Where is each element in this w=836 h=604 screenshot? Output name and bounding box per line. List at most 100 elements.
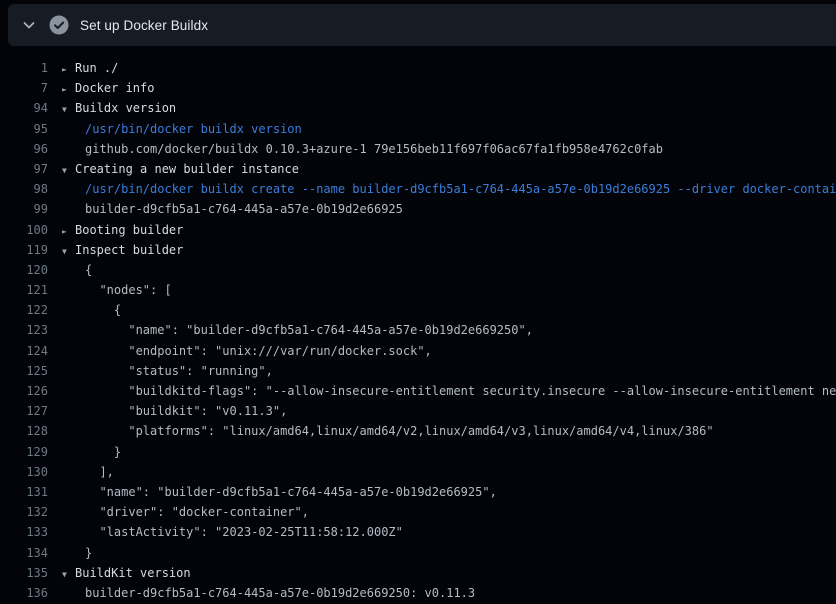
log-line: 132 "driver": "docker-container",	[0, 502, 836, 522]
log-line: 95/usr/bin/docker buildx version	[0, 119, 836, 139]
step-title: Set up Docker Buildx	[80, 18, 208, 33]
group-title[interactable]: Booting builder	[75, 223, 183, 237]
log-line: 99 builder-d9cfb5a1-c764-445a-a57e-0b19d2…	[0, 199, 836, 219]
log-line: 130 ],	[0, 462, 836, 482]
line-number[interactable]: 123	[0, 320, 48, 340]
log-group-row[interactable]: ▼Creating a new builder instance	[62, 159, 299, 179]
log-group-row[interactable]: ►Booting builder	[62, 220, 183, 240]
log-line: 120 {	[0, 260, 836, 280]
log-lines: 1►Run ./7►Docker info94▼Buildx version95…	[0, 58, 836, 603]
log-line: 129 }	[0, 442, 836, 462]
line-number[interactable]: 97	[0, 159, 48, 179]
output-text: builder-d9cfb5a1-c764-445a-a57e-0b19d2e6…	[85, 199, 403, 219]
log-line[interactable]: 94 ▼Buildx version	[0, 98, 836, 118]
output-text: "nodes": [	[85, 280, 172, 300]
log-line: 98/usr/bin/docker buildx create --name b…	[0, 179, 836, 199]
line-number[interactable]: 134	[0, 543, 48, 563]
line-number[interactable]: 131	[0, 482, 48, 502]
line-number[interactable]: 127	[0, 401, 48, 421]
line-number[interactable]: 132	[0, 502, 48, 522]
output-text: }	[85, 442, 121, 462]
output-text: "buildkitd-flags": "--allow-insecure-ent…	[85, 381, 836, 401]
chevron-down-icon[interactable]	[21, 17, 37, 33]
output-text: }	[85, 543, 92, 563]
line-number[interactable]: 129	[0, 442, 48, 462]
output-text: "driver": "docker-container",	[85, 502, 309, 522]
triangle-down-icon[interactable]: ▼	[62, 161, 75, 179]
line-number[interactable]: 95	[0, 119, 48, 139]
command-text: /usr/bin/docker buildx version	[85, 119, 302, 139]
log-line: 131 "name": "builder-d9cfb5a1-c764-445a-…	[0, 482, 836, 502]
log-group-row[interactable]: ►Run ./	[62, 58, 118, 78]
output-text: {	[85, 300, 121, 320]
output-text: "name": "builder-d9cfb5a1-c764-445a-a57e…	[85, 320, 533, 340]
line-number[interactable]: 100	[0, 220, 48, 240]
line-number[interactable]: 122	[0, 300, 48, 320]
step-header[interactable]: Set up Docker Buildx	[8, 4, 836, 46]
log-line[interactable]: 1 ►Run ./	[0, 58, 836, 78]
log-line: 122 {	[0, 300, 836, 320]
line-number[interactable]: 98	[0, 179, 48, 199]
log-line: 127 "buildkit": "v0.11.3",	[0, 401, 836, 421]
log-line[interactable]: 135 ▼BuildKit version	[0, 563, 836, 583]
output-text: "status": "running",	[85, 361, 273, 381]
line-number[interactable]: 120	[0, 260, 48, 280]
output-text: "endpoint": "unix:///var/run/docker.sock…	[85, 341, 432, 361]
log-line[interactable]: 97 ▼Creating a new builder instance	[0, 159, 836, 179]
log-line: 121 "nodes": [	[0, 280, 836, 300]
line-number[interactable]: 119	[0, 240, 48, 260]
log-line[interactable]: 7 ►Docker info	[0, 78, 836, 98]
log-line: 96 github.com/docker/buildx 0.10.3+azure-…	[0, 139, 836, 159]
log-line: 133 "lastActivity": "2023-02-25T11:58:12…	[0, 522, 836, 542]
group-title[interactable]: Inspect builder	[75, 243, 183, 257]
line-number[interactable]: 94	[0, 98, 48, 118]
output-text: "name": "builder-d9cfb5a1-c764-445a-a57e…	[85, 482, 497, 502]
line-number[interactable]: 126	[0, 381, 48, 401]
group-title[interactable]: Buildx version	[75, 101, 176, 115]
log-line: 128 "platforms": "linux/amd64,linux/amd6…	[0, 421, 836, 441]
line-number[interactable]: 1	[0, 58, 48, 78]
log-line: 123 "name": "builder-d9cfb5a1-c764-445a-…	[0, 320, 836, 340]
log-line[interactable]: 100 ►Booting builder	[0, 220, 836, 240]
line-number[interactable]: 128	[0, 421, 48, 441]
log-line: 134}	[0, 543, 836, 563]
line-number[interactable]: 96	[0, 139, 48, 159]
triangle-right-icon[interactable]: ►	[62, 222, 75, 240]
log-line: 126 "buildkitd-flags": "--allow-insecure…	[0, 381, 836, 401]
log-line: 125 "status": "running",	[0, 361, 836, 381]
output-text: {	[85, 260, 92, 280]
line-number[interactable]: 125	[0, 361, 48, 381]
triangle-down-icon[interactable]: ▼	[62, 565, 75, 583]
log-group-row[interactable]: ▼Buildx version	[62, 98, 176, 118]
triangle-down-icon[interactable]: ▼	[62, 242, 75, 260]
line-number[interactable]: 121	[0, 280, 48, 300]
triangle-right-icon[interactable]: ►	[62, 80, 75, 98]
line-number[interactable]: 136	[0, 583, 48, 603]
output-text: "platforms": "linux/amd64,linux/amd64/v2…	[85, 421, 714, 441]
output-text: builder-d9cfb5a1-c764-445a-a57e-0b19d2e6…	[85, 583, 475, 603]
command-text: /usr/bin/docker buildx create --name bui…	[85, 179, 836, 199]
line-number[interactable]: 133	[0, 522, 48, 542]
output-text: ],	[85, 462, 114, 482]
group-title[interactable]: Run ./	[75, 61, 118, 75]
triangle-down-icon[interactable]: ▼	[62, 100, 75, 118]
check-circle-icon	[49, 15, 69, 35]
output-text: "buildkit": "v0.11.3",	[85, 401, 287, 421]
line-number[interactable]: 124	[0, 341, 48, 361]
output-text: github.com/docker/buildx 0.10.3+azure-1 …	[85, 139, 663, 159]
log-group-row[interactable]: ▼BuildKit version	[62, 563, 191, 583]
log-line: 136 builder-d9cfb5a1-c764-445a-a57e-0b19d…	[0, 583, 836, 603]
line-number[interactable]: 99	[0, 199, 48, 219]
output-text: "lastActivity": "2023-02-25T11:58:12.000…	[85, 522, 403, 542]
log-group-row[interactable]: ▼Inspect builder	[62, 240, 183, 260]
group-title[interactable]: BuildKit version	[75, 566, 191, 580]
log-line[interactable]: 119 ▼Inspect builder	[0, 240, 836, 260]
line-number[interactable]: 130	[0, 462, 48, 482]
group-title[interactable]: Docker info	[75, 81, 154, 95]
group-title[interactable]: Creating a new builder instance	[75, 162, 299, 176]
log-group-row[interactable]: ►Docker info	[62, 78, 154, 98]
log-line: 124 "endpoint": "unix:///var/run/docker.…	[0, 341, 836, 361]
triangle-right-icon[interactable]: ►	[62, 60, 75, 78]
line-number[interactable]: 7	[0, 78, 48, 98]
line-number[interactable]: 135	[0, 563, 48, 583]
